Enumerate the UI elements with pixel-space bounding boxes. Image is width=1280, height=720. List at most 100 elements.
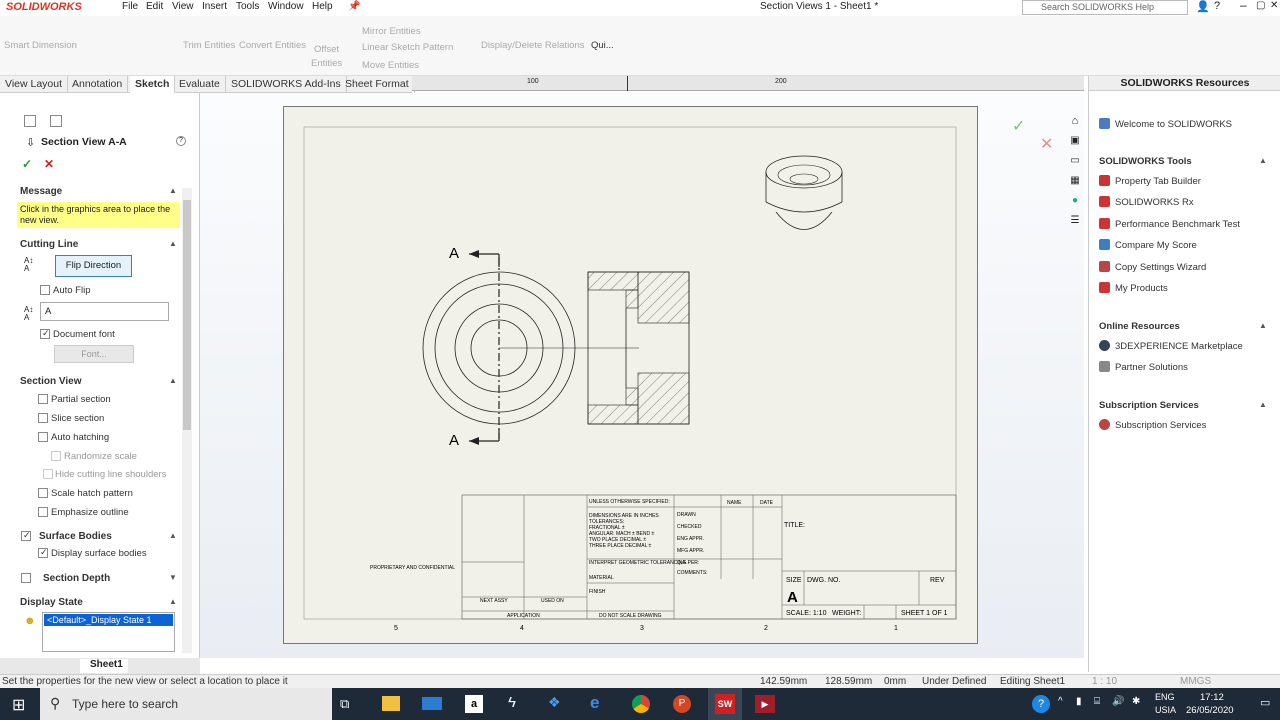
tab-solidworks-addins[interactable]: SOLIDWORKS Add-Ins bbox=[226, 76, 347, 93]
chevron-up-icon[interactable]: ▲ bbox=[169, 376, 177, 385]
subscription-services[interactable]: Subscription Services bbox=[1099, 419, 1206, 431]
mirror-entities-button[interactable]: Mirror Entities bbox=[362, 26, 421, 37]
tab-sheet-format[interactable]: Sheet Format bbox=[340, 76, 415, 93]
tool-compare-score[interactable]: Compare My Score bbox=[1099, 239, 1197, 251]
amazon-icon[interactable]: a bbox=[465, 695, 483, 713]
help-icon[interactable]: ? bbox=[176, 136, 186, 146]
search-help-input[interactable]: Search SOLIDWORKS Help bbox=[1022, 0, 1188, 15]
surface-bodies-checkbox[interactable] bbox=[21, 531, 31, 541]
chevron-up-icon[interactable]: ▲ bbox=[1259, 321, 1267, 330]
scale-hatch-checkbox[interactable] bbox=[38, 488, 48, 498]
menu-window[interactable]: Window bbox=[268, 1, 304, 12]
solidworks-taskbar-button[interactable]: SW bbox=[708, 688, 742, 720]
section-depth-header[interactable]: Section Depth bbox=[43, 573, 110, 584]
hide-shoulders-checkbox[interactable] bbox=[43, 469, 53, 479]
file-explorer-icon[interactable] bbox=[382, 696, 400, 711]
cutting-line-header[interactable]: Cutting Line bbox=[20, 239, 78, 250]
online-partner[interactable]: Partner Solutions bbox=[1099, 361, 1188, 373]
minimize-icon[interactable]: – bbox=[1240, 0, 1247, 12]
section-view-header[interactable]: Section View bbox=[20, 376, 82, 387]
windows-start-icon[interactable]: ⊞ bbox=[12, 695, 25, 715]
auto-hatching-checkbox[interactable] bbox=[38, 432, 48, 442]
offset-entities-label-1[interactable]: Offset bbox=[314, 44, 339, 55]
notifications-icon[interactable]: ▭ bbox=[1260, 696, 1270, 709]
tab-sketch[interactable]: Sketch bbox=[130, 76, 176, 93]
chevron-down-icon[interactable]: ▼ bbox=[169, 573, 177, 582]
drawing-sheet[interactable]: 5 4 3 2 1 A A UNLESS OTHERWISE SPECIFIED… bbox=[283, 106, 978, 644]
online-header[interactable]: Online Resources bbox=[1099, 321, 1180, 332]
chrome-icon[interactable] bbox=[632, 695, 650, 713]
online-marketplace[interactable]: 3DEXPERIENCE Marketplace bbox=[1099, 340, 1243, 352]
tool-property-tab-builder[interactable]: Property Tab Builder bbox=[1099, 175, 1201, 187]
property-manager-tab-icon[interactable] bbox=[50, 115, 62, 127]
status-units[interactable]: MMGS bbox=[1180, 676, 1211, 687]
mail-icon[interactable] bbox=[422, 697, 442, 710]
bluetooth-icon[interactable]: ✱ bbox=[1132, 696, 1140, 707]
partial-section-checkbox[interactable] bbox=[38, 394, 48, 404]
message-header[interactable]: Message bbox=[20, 186, 62, 197]
tab-annotation[interactable]: Annotation bbox=[67, 76, 129, 93]
font-button[interactable]: Font... bbox=[54, 345, 134, 363]
ok-icon[interactable]: ✓ bbox=[22, 157, 32, 171]
menu-tools[interactable]: Tools bbox=[236, 1, 259, 12]
section-depth-checkbox[interactable] bbox=[21, 573, 31, 583]
tool-my-products[interactable]: My Products bbox=[1099, 282, 1168, 294]
display-state-header[interactable]: Display State bbox=[20, 597, 83, 608]
appearances-icon[interactable]: ● bbox=[1066, 195, 1084, 215]
linear-sketch-pattern-button[interactable]: Linear Sketch Pattern bbox=[362, 42, 453, 53]
tab-evaluate[interactable]: Evaluate bbox=[174, 76, 226, 93]
status-scale[interactable]: 1 : 10 bbox=[1092, 676, 1117, 687]
close-icon[interactable]: ✕ bbox=[1270, 0, 1278, 11]
pin-icon[interactable]: 📌 bbox=[348, 1, 360, 12]
custom-properties-icon[interactable]: ☰ bbox=[1066, 215, 1084, 235]
display-state-list[interactable]: <Default>_Display State 1 bbox=[42, 612, 175, 652]
menu-file[interactable]: File bbox=[122, 1, 138, 12]
surface-bodies-header[interactable]: Surface Bodies bbox=[39, 531, 112, 542]
section-label-input[interactable]: A bbox=[40, 302, 169, 321]
user-icon[interactable]: 👤 bbox=[1196, 0, 1210, 13]
tools-header[interactable]: SOLIDWORKS Tools bbox=[1099, 156, 1192, 167]
taskbar-search[interactable]: ⚲ Type here to search bbox=[40, 688, 332, 720]
help-tray-icon[interactable]: ? bbox=[1032, 695, 1050, 713]
language-primary[interactable]: ENG bbox=[1155, 692, 1175, 702]
subscription-header[interactable]: Subscription Services bbox=[1099, 400, 1199, 411]
file-explorer-icon[interactable]: ▭ bbox=[1066, 155, 1084, 175]
bolt-icon[interactable]: ϟ bbox=[508, 694, 516, 711]
display-state-item[interactable]: <Default>_Display State 1 bbox=[44, 614, 173, 626]
randomize-scale-checkbox[interactable] bbox=[51, 451, 61, 461]
tool-benchmark[interactable]: Performance Benchmark Test bbox=[1099, 218, 1240, 230]
chevron-up-icon[interactable]: ▲ bbox=[1259, 156, 1267, 165]
view-palette-icon[interactable]: ▦ bbox=[1066, 175, 1084, 195]
emphasize-outline-checkbox[interactable] bbox=[38, 507, 48, 517]
dropbox-icon[interactable]: ❖ bbox=[548, 694, 561, 711]
language-region[interactable]: USIA bbox=[1155, 705, 1176, 715]
panel-scrollbar[interactable] bbox=[182, 188, 192, 653]
display-surface-checkbox[interactable] bbox=[38, 548, 48, 558]
tool-solidworks-rx[interactable]: SOLIDWORKS Rx bbox=[1099, 196, 1194, 208]
media-player-icon[interactable]: ▶ bbox=[755, 695, 775, 713]
chevron-up-icon[interactable]: ▲ bbox=[169, 239, 177, 248]
chevron-up-icon[interactable]: ▲ bbox=[169, 186, 177, 195]
smart-dimension-button[interactable]: Smart Dimension bbox=[4, 40, 77, 51]
convert-entities-button[interactable]: Convert Entities bbox=[239, 40, 306, 51]
design-library-icon[interactable]: ▣ bbox=[1066, 135, 1084, 155]
confirm-corner-ok-icon[interactable]: ✓ bbox=[1012, 116, 1025, 136]
isometric-view[interactable] bbox=[765, 155, 843, 230]
trim-entities-button[interactable]: Trim Entities bbox=[183, 40, 235, 51]
help-icon[interactable]: ? bbox=[1214, 0, 1220, 12]
menu-help[interactable]: Help bbox=[312, 1, 333, 12]
powerpoint-icon[interactable]: P bbox=[673, 695, 691, 713]
network-icon[interactable]: ⌸ bbox=[1094, 696, 1100, 707]
slice-section-checkbox[interactable] bbox=[38, 413, 48, 423]
display-delete-relations-button[interactable]: Display/Delete Relations bbox=[481, 40, 585, 51]
flip-direction-button[interactable]: Flip Direction bbox=[55, 255, 132, 277]
cutting-line[interactable] bbox=[469, 250, 500, 445]
chevron-up-icon[interactable]: ^ bbox=[1058, 696, 1063, 707]
volume-icon[interactable]: 🔊 bbox=[1112, 696, 1124, 707]
offset-entities-label-2[interactable]: Entities bbox=[311, 58, 342, 69]
edge-icon[interactable]: e bbox=[590, 693, 599, 713]
tool-copy-settings[interactable]: Copy Settings Wizard bbox=[1099, 261, 1206, 273]
clock-date[interactable]: 26/05/2020 bbox=[1186, 705, 1234, 716]
document-font-checkbox[interactable] bbox=[40, 329, 50, 339]
tab-view-layout[interactable]: View Layout bbox=[0, 76, 69, 93]
